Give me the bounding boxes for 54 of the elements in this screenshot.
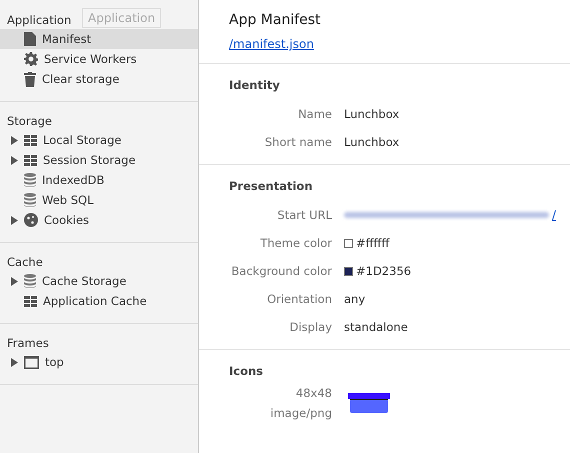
sidebar-item[interactable]: Manifest [0, 29, 198, 49]
field-label: Background color [231, 264, 332, 278]
field-value: standalone [344, 320, 408, 334]
database-icon [24, 193, 36, 207]
document-icon [24, 32, 36, 46]
field-value: any [344, 292, 366, 306]
tooltip: Application [82, 8, 162, 28]
frame-icon [24, 356, 39, 368]
field-value: #1D2356 [356, 264, 412, 278]
field-value: Lunchbox [344, 107, 400, 121]
field-label: image/png [270, 406, 332, 420]
field-label: Theme color [260, 236, 332, 250]
section-title: Icons [228, 364, 264, 378]
sidebar-item[interactable]: Cookies [0, 210, 198, 230]
sidebar-item[interactable]: Session Storage [0, 150, 198, 170]
sidebar-item[interactable]: Web SQL [0, 190, 198, 210]
field-label: Start URL [277, 208, 332, 222]
sidebar-item[interactable]: Local Storage [0, 130, 198, 150]
sidebar-item[interactable]: Clear storage [0, 69, 198, 89]
page-title: App Manifest [229, 12, 321, 28]
grid-icon [24, 154, 37, 166]
section-title: Presentation [228, 179, 314, 193]
section-title: Identity [228, 78, 281, 92]
expand-triangle-icon[interactable] [11, 216, 18, 224]
sidebar-item[interactable]: IndexedDB [0, 170, 198, 190]
grid-icon [24, 296, 37, 306]
field-label: Short name [264, 135, 332, 149]
sidebar-item[interactable]: Application Cache [0, 291, 198, 311]
expand-triangle-icon[interactable] [11, 136, 18, 144]
sidebar-item[interactable]: top [0, 352, 198, 372]
cookie-icon [24, 213, 38, 227]
field-value: Lunchbox [344, 135, 400, 149]
trash-icon [24, 72, 36, 86]
section-title: Cache [7, 254, 43, 271]
url-link[interactable]: / [552, 208, 556, 222]
field-label: 48x48 [296, 386, 332, 400]
section-title: Application [7, 12, 72, 29]
section-title: Frames [7, 335, 49, 352]
grid-icon [24, 134, 37, 146]
field-label: Orientation [267, 292, 332, 306]
manifest-link[interactable]: /manifest.json [229, 37, 314, 51]
field-label: Name [298, 107, 332, 121]
expand-triangle-icon[interactable] [11, 156, 18, 164]
field-label: Display [290, 320, 332, 334]
expand-triangle-icon[interactable] [11, 358, 18, 366]
database-icon [24, 274, 36, 288]
sidebar-item[interactable]: Service Workers [0, 49, 198, 69]
sidebar-item[interactable]: Cache Storage [0, 271, 198, 291]
section-title: Storage [7, 113, 52, 130]
expand-triangle-icon[interactable] [11, 276, 18, 286]
gear-icon [24, 52, 38, 66]
lunchbox-icon [348, 393, 390, 413]
field-value: #ffffff [356, 236, 390, 250]
database-icon [24, 173, 36, 187]
